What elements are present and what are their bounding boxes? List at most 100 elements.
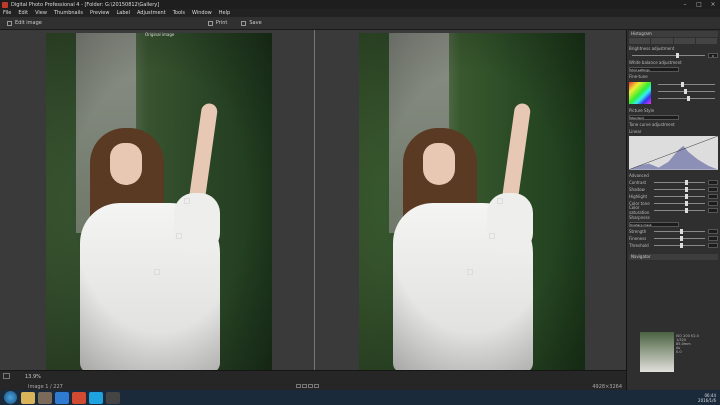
maximize-icon[interactable]: □ xyxy=(692,1,706,8)
af-point xyxy=(497,198,503,204)
original-image-label: Original image xyxy=(145,32,175,37)
brightness-value[interactable]: 0 xyxy=(708,52,718,58)
dpp-icon[interactable] xyxy=(106,391,120,404)
finetune-label: Fine-tune xyxy=(629,73,648,79)
wb-slider-1[interactable] xyxy=(658,81,715,87)
palette-tabs xyxy=(629,38,718,44)
color-saturation-value[interactable] xyxy=(708,207,718,213)
print-label: Print xyxy=(215,20,228,26)
menu-edit[interactable]: Edit xyxy=(18,10,28,16)
sharp-mode-select[interactable]: Unsharp mask xyxy=(629,221,679,227)
wb-label: White balance adjustment xyxy=(629,59,682,65)
window-title: Digital Photo Professional 4 - [Folder: … xyxy=(11,1,160,8)
panel-header: Histogram xyxy=(629,31,718,37)
contrast-slider[interactable] xyxy=(654,179,705,185)
ie-icon[interactable] xyxy=(55,391,69,404)
tab-detail[interactable] xyxy=(673,38,695,44)
vignette xyxy=(46,33,272,370)
tab-lens[interactable] xyxy=(695,38,717,44)
navigator-thumbnail[interactable] xyxy=(640,332,674,372)
menu-tools[interactable]: Tools xyxy=(173,10,185,16)
next-icon[interactable] xyxy=(308,384,313,388)
fineness-slider[interactable] xyxy=(654,235,705,241)
explorer-icon[interactable] xyxy=(21,391,35,404)
toolbar: Edit image Print Save xyxy=(0,17,720,30)
shadow-value[interactable] xyxy=(708,186,718,192)
af-point xyxy=(467,269,473,275)
color-tone-slider[interactable] xyxy=(654,200,705,206)
wb-colorwheel[interactable] xyxy=(629,82,651,104)
af-point xyxy=(184,198,190,204)
strength-slider[interactable] xyxy=(654,228,705,234)
menu-view[interactable]: View xyxy=(35,10,47,16)
nav-info-line: 0.0 xyxy=(676,350,682,354)
media-icon[interactable] xyxy=(38,391,52,404)
fit-icon[interactable] xyxy=(3,373,10,379)
wb-slider-3[interactable] xyxy=(658,95,715,101)
skype-icon[interactable] xyxy=(89,391,103,404)
edit-image-button[interactable]: Edit image xyxy=(4,20,45,26)
menu-label[interactable]: Label xyxy=(116,10,130,16)
clock-date[interactable]: 2016/1/6 xyxy=(698,398,716,403)
menu-bar: File Edit View Thumbnails Preview Label … xyxy=(0,9,720,17)
threshold-slider[interactable] xyxy=(654,242,705,248)
app-icon xyxy=(2,1,8,8)
threshold-label: Threshold xyxy=(629,242,649,248)
compare-divider[interactable] xyxy=(314,30,315,370)
system-tray: 06:44 2016/1/6 xyxy=(698,393,720,403)
chrome-icon[interactable] xyxy=(72,391,86,404)
minimize-icon[interactable]: – xyxy=(678,1,692,8)
menu-help[interactable]: Help xyxy=(219,10,230,16)
shadow-slider[interactable] xyxy=(654,186,705,192)
color-saturation-label: Color saturation xyxy=(629,205,650,215)
contrast-label: Contrast xyxy=(629,179,647,185)
save-button[interactable]: Save xyxy=(238,20,264,26)
menu-thumbnails[interactable]: Thumbnails xyxy=(54,10,83,16)
picture-style-label: Picture Style xyxy=(629,107,655,113)
last-icon[interactable] xyxy=(314,384,319,388)
wb-slider-2[interactable] xyxy=(658,88,715,94)
threshold-value[interactable] xyxy=(708,242,718,248)
wb-select[interactable]: Shot settings xyxy=(629,66,679,72)
brightness-label: Brightness adjustment xyxy=(629,45,675,51)
print-icon xyxy=(207,20,213,26)
start-button[interactable] xyxy=(4,391,17,404)
print-button[interactable]: Print xyxy=(205,20,231,26)
highlight-slider[interactable] xyxy=(654,193,705,199)
window-controls: – □ × xyxy=(678,1,720,8)
edit-image-label: Edit image xyxy=(15,20,42,26)
taskbar: 06:44 2016/1/6 xyxy=(0,390,720,405)
tab-basic[interactable] xyxy=(629,38,651,44)
menu-adjustment[interactable]: Adjustment xyxy=(137,10,166,16)
menu-file[interactable]: File xyxy=(3,10,11,16)
menu-window[interactable]: Window xyxy=(192,10,212,16)
tone-curve-histogram[interactable] xyxy=(629,136,718,170)
first-icon[interactable] xyxy=(296,384,301,388)
linear-checkbox[interactable]: Linear xyxy=(629,129,641,134)
close-icon[interactable]: × xyxy=(706,1,720,8)
title-bar: Digital Photo Professional 4 - [Folder: … xyxy=(0,0,720,9)
af-point xyxy=(154,269,160,275)
strength-label: Strength xyxy=(629,228,647,234)
tab-tone[interactable] xyxy=(651,38,673,44)
original-image[interactable] xyxy=(46,33,272,370)
fineness-value[interactable] xyxy=(708,235,718,241)
strength-value[interactable] xyxy=(708,228,718,234)
contrast-value[interactable] xyxy=(708,179,718,185)
nav-controls xyxy=(296,384,320,388)
highlight-label: Highlight xyxy=(629,193,648,199)
menu-preview[interactable]: Preview xyxy=(90,10,109,16)
edited-image[interactable] xyxy=(359,33,585,370)
edit-image-icon xyxy=(7,20,12,26)
af-point xyxy=(489,233,495,239)
prev-icon[interactable] xyxy=(302,384,307,388)
view-controls xyxy=(3,373,12,379)
color-tone-value[interactable] xyxy=(708,200,718,206)
zoom-level[interactable]: 13.9% xyxy=(25,374,41,380)
highlight-value[interactable] xyxy=(708,193,718,199)
vignette xyxy=(359,33,585,370)
brightness-slider[interactable] xyxy=(632,52,705,58)
navigator-header: Navigator xyxy=(629,254,718,260)
color-saturation-slider[interactable] xyxy=(654,207,705,213)
picture-style-select[interactable]: Standard xyxy=(629,114,679,120)
